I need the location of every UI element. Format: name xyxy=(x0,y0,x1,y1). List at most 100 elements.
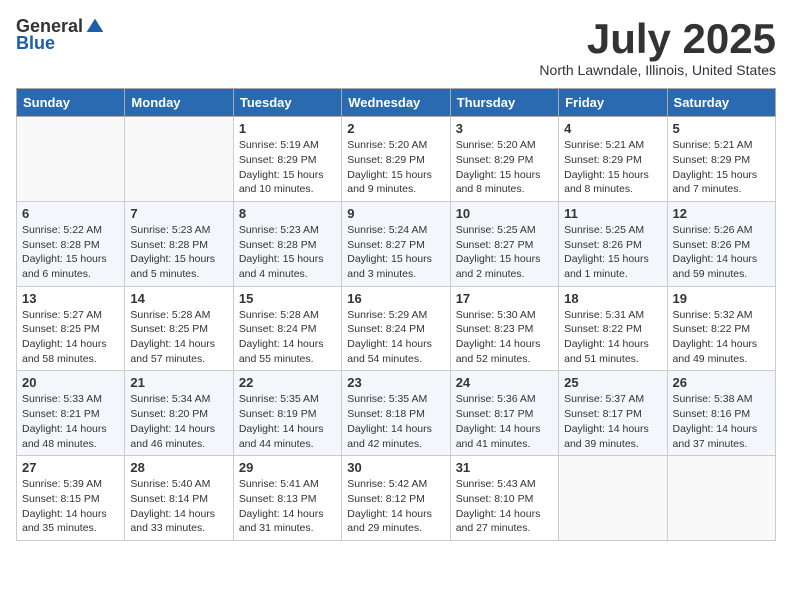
calendar-day-cell: 27 Sunrise: 5:39 AM Sunset: 8:15 PM Dayli… xyxy=(17,456,125,541)
day-number: 20 xyxy=(22,375,119,390)
day-number: 5 xyxy=(673,121,770,136)
month-title: July 2025 xyxy=(539,16,776,62)
calendar-day-cell: 17Sunrise: 5:30 AM Sunset: 8:23 PM Dayli… xyxy=(450,286,558,371)
calendar-day-cell: 23 Sunrise: 5:35 AM Sunset: 8:18 PM Dayli… xyxy=(342,371,450,456)
day-info: Sunrise: 5:37 AM Sunset: 8:17 PM Dayligh… xyxy=(564,392,661,451)
day-number: 15 xyxy=(239,291,336,306)
calendar-day-cell: 26 Sunrise: 5:38 AM Sunset: 8:16 PM Dayli… xyxy=(667,371,775,456)
day-info: Sunrise: 5:19 AM Sunset: 8:29 PM Dayligh… xyxy=(239,138,336,197)
weekday-header: Friday xyxy=(559,89,667,117)
day-number: 8 xyxy=(239,206,336,221)
day-number: 4 xyxy=(564,121,661,136)
day-info: Sunrise: 5:28 AM Sunset: 8:24 PM Dayligh… xyxy=(239,308,336,367)
day-number: 16 xyxy=(347,291,444,306)
calendar-day-cell: 2 Sunrise: 5:20 AM Sunset: 8:29 PM Daylig… xyxy=(342,117,450,202)
day-info: Sunrise: 5:20 AM Sunset: 8:29 PM Dayligh… xyxy=(456,138,553,197)
calendar-day-cell: 30Sunrise: 5:42 AM Sunset: 8:12 PM Dayli… xyxy=(342,456,450,541)
day-number: 2 xyxy=(347,121,444,136)
calendar-day-cell: 20 Sunrise: 5:33 AM Sunset: 8:21 PM Dayli… xyxy=(17,371,125,456)
calendar-day-cell: 28 Sunrise: 5:40 AM Sunset: 8:14 PM Dayli… xyxy=(125,456,233,541)
day-info: Sunrise: 5:28 AM Sunset: 8:25 PM Dayligh… xyxy=(130,308,227,367)
calendar-day-cell xyxy=(559,456,667,541)
day-info: Sunrise: 5:20 AM Sunset: 8:29 PM Dayligh… xyxy=(347,138,444,197)
calendar-day-cell xyxy=(667,456,775,541)
calendar-week-row: 6Sunrise: 5:22 AM Sunset: 8:28 PM Daylig… xyxy=(17,201,776,286)
day-number: 29 xyxy=(239,460,336,475)
day-number: 31 xyxy=(456,460,553,475)
day-info: Sunrise: 5:41 AM Sunset: 8:13 PM Dayligh… xyxy=(239,477,336,536)
calendar-day-cell xyxy=(125,117,233,202)
day-info: Sunrise: 5:42 AM Sunset: 8:12 PM Dayligh… xyxy=(347,477,444,536)
calendar-day-cell: 12 Sunrise: 5:26 AM Sunset: 8:26 PM Dayli… xyxy=(667,201,775,286)
day-info: Sunrise: 5:40 AM Sunset: 8:14 PM Dayligh… xyxy=(130,477,227,536)
weekday-header: Wednesday xyxy=(342,89,450,117)
calendar-week-row: 27 Sunrise: 5:39 AM Sunset: 8:15 PM Dayli… xyxy=(17,456,776,541)
day-info: Sunrise: 5:26 AM Sunset: 8:26 PM Dayligh… xyxy=(673,223,770,282)
calendar-day-cell: 3 Sunrise: 5:20 AM Sunset: 8:29 PM Daylig… xyxy=(450,117,558,202)
day-number: 27 xyxy=(22,460,119,475)
calendar-day-cell: 22Sunrise: 5:35 AM Sunset: 8:19 PM Dayli… xyxy=(233,371,341,456)
weekday-header: Sunday xyxy=(17,89,125,117)
day-info: Sunrise: 5:38 AM Sunset: 8:16 PM Dayligh… xyxy=(673,392,770,451)
logo: General Blue xyxy=(16,16,105,54)
weekday-header: Thursday xyxy=(450,89,558,117)
calendar-day-cell: 9Sunrise: 5:24 AM Sunset: 8:27 PM Daylig… xyxy=(342,201,450,286)
calendar-week-row: 13 Sunrise: 5:27 AM Sunset: 8:25 PM Dayli… xyxy=(17,286,776,371)
day-number: 23 xyxy=(347,375,444,390)
day-info: Sunrise: 5:23 AM Sunset: 8:28 PM Dayligh… xyxy=(239,223,336,282)
day-info: Sunrise: 5:25 AM Sunset: 8:27 PM Dayligh… xyxy=(456,223,553,282)
page-header: General Blue July 2025 North Lawndale, I… xyxy=(16,16,776,78)
calendar-day-cell xyxy=(17,117,125,202)
day-info: Sunrise: 5:25 AM Sunset: 8:26 PM Dayligh… xyxy=(564,223,661,282)
calendar-week-row: 1 Sunrise: 5:19 AM Sunset: 8:29 PM Daylig… xyxy=(17,117,776,202)
day-info: Sunrise: 5:33 AM Sunset: 8:21 PM Dayligh… xyxy=(22,392,119,451)
calendar-day-cell: 11 Sunrise: 5:25 AM Sunset: 8:26 PM Dayli… xyxy=(559,201,667,286)
calendar-day-cell: 31Sunrise: 5:43 AM Sunset: 8:10 PM Dayli… xyxy=(450,456,558,541)
day-info: Sunrise: 5:35 AM Sunset: 8:18 PM Dayligh… xyxy=(347,392,444,451)
day-info: Sunrise: 5:21 AM Sunset: 8:29 PM Dayligh… xyxy=(673,138,770,197)
day-number: 25 xyxy=(564,375,661,390)
logo-blue: Blue xyxy=(16,33,55,54)
calendar-day-cell: 16 Sunrise: 5:29 AM Sunset: 8:24 PM Dayli… xyxy=(342,286,450,371)
day-number: 26 xyxy=(673,375,770,390)
day-info: Sunrise: 5:23 AM Sunset: 8:28 PM Dayligh… xyxy=(130,223,227,282)
calendar-day-cell: 4 Sunrise: 5:21 AM Sunset: 8:29 PM Daylig… xyxy=(559,117,667,202)
day-number: 12 xyxy=(673,206,770,221)
calendar-day-cell: 1 Sunrise: 5:19 AM Sunset: 8:29 PM Daylig… xyxy=(233,117,341,202)
weekday-header: Monday xyxy=(125,89,233,117)
calendar-day-cell: 29 Sunrise: 5:41 AM Sunset: 8:13 PM Dayli… xyxy=(233,456,341,541)
day-info: Sunrise: 5:36 AM Sunset: 8:17 PM Dayligh… xyxy=(456,392,553,451)
day-number: 7 xyxy=(130,206,227,221)
title-section: July 2025 North Lawndale, Illinois, Unit… xyxy=(539,16,776,78)
day-number: 21 xyxy=(130,375,227,390)
day-number: 1 xyxy=(239,121,336,136)
day-number: 14 xyxy=(130,291,227,306)
day-number: 13 xyxy=(22,291,119,306)
day-number: 28 xyxy=(130,460,227,475)
calendar-day-cell: 15 Sunrise: 5:28 AM Sunset: 8:24 PM Dayli… xyxy=(233,286,341,371)
day-number: 18 xyxy=(564,291,661,306)
calendar-header-row: SundayMondayTuesdayWednesdayThursdayFrid… xyxy=(17,89,776,117)
day-info: Sunrise: 5:29 AM Sunset: 8:24 PM Dayligh… xyxy=(347,308,444,367)
calendar: SundayMondayTuesdayWednesdayThursdayFrid… xyxy=(16,88,776,541)
calendar-day-cell: 10Sunrise: 5:25 AM Sunset: 8:27 PM Dayli… xyxy=(450,201,558,286)
day-number: 11 xyxy=(564,206,661,221)
day-info: Sunrise: 5:34 AM Sunset: 8:20 PM Dayligh… xyxy=(130,392,227,451)
day-info: Sunrise: 5:30 AM Sunset: 8:23 PM Dayligh… xyxy=(456,308,553,367)
logo-icon xyxy=(85,17,105,37)
day-info: Sunrise: 5:27 AM Sunset: 8:25 PM Dayligh… xyxy=(22,308,119,367)
calendar-day-cell: 5 Sunrise: 5:21 AM Sunset: 8:29 PM Daylig… xyxy=(667,117,775,202)
calendar-day-cell: 8 Sunrise: 5:23 AM Sunset: 8:28 PM Daylig… xyxy=(233,201,341,286)
calendar-week-row: 20 Sunrise: 5:33 AM Sunset: 8:21 PM Dayli… xyxy=(17,371,776,456)
calendar-day-cell: 6Sunrise: 5:22 AM Sunset: 8:28 PM Daylig… xyxy=(17,201,125,286)
day-info: Sunrise: 5:21 AM Sunset: 8:29 PM Dayligh… xyxy=(564,138,661,197)
weekday-header: Saturday xyxy=(667,89,775,117)
day-number: 3 xyxy=(456,121,553,136)
day-info: Sunrise: 5:24 AM Sunset: 8:27 PM Dayligh… xyxy=(347,223,444,282)
day-info: Sunrise: 5:32 AM Sunset: 8:22 PM Dayligh… xyxy=(673,308,770,367)
calendar-day-cell: 21 Sunrise: 5:34 AM Sunset: 8:20 PM Dayli… xyxy=(125,371,233,456)
day-info: Sunrise: 5:39 AM Sunset: 8:15 PM Dayligh… xyxy=(22,477,119,536)
calendar-day-cell: 13 Sunrise: 5:27 AM Sunset: 8:25 PM Dayli… xyxy=(17,286,125,371)
day-number: 6 xyxy=(22,206,119,221)
day-number: 22 xyxy=(239,375,336,390)
